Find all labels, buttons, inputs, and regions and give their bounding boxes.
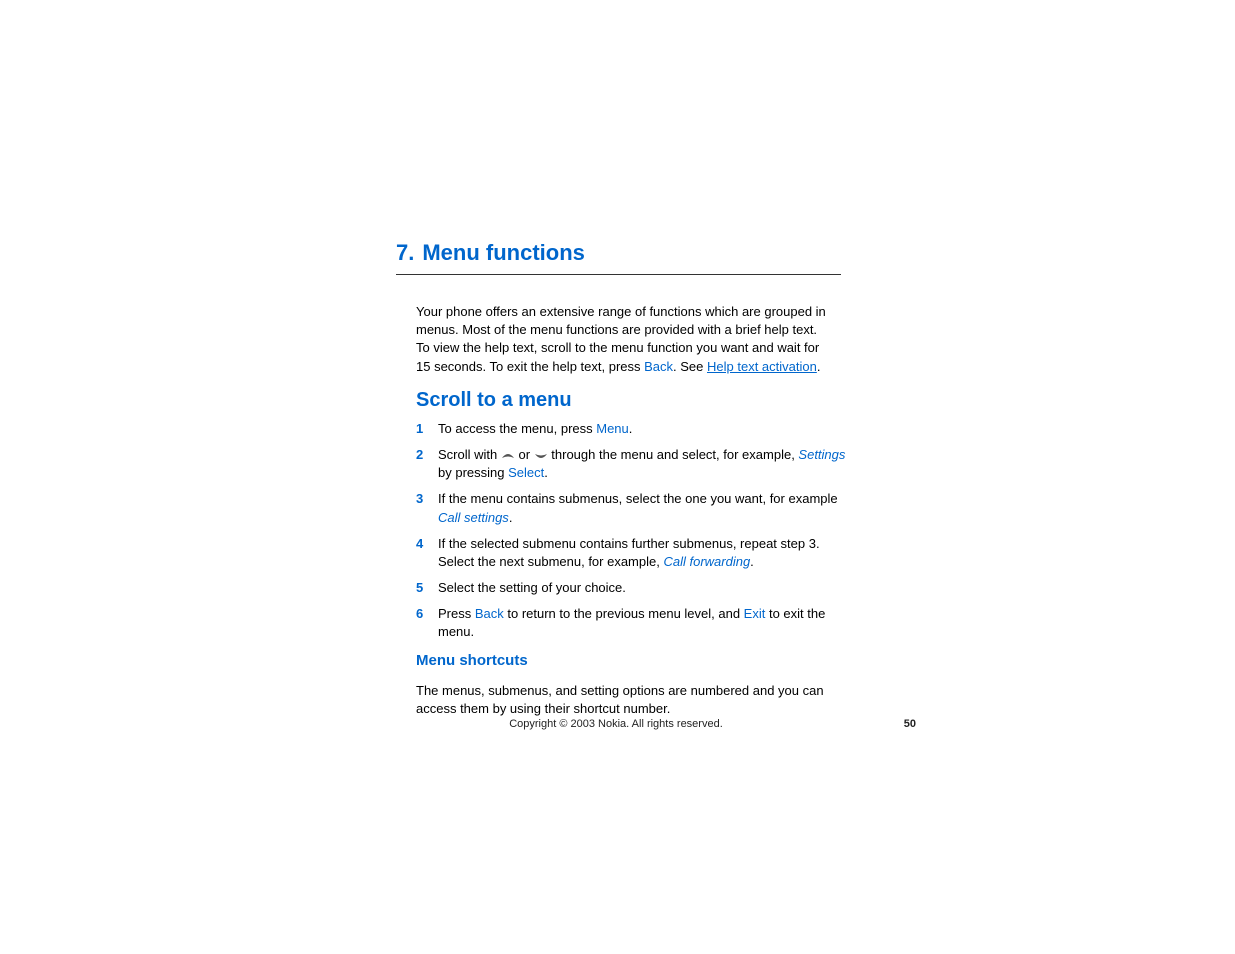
step-number: 1 — [416, 420, 438, 438]
intro-text-2: . See — [673, 359, 707, 374]
step-number: 4 — [416, 535, 438, 571]
step-number: 3 — [416, 490, 438, 526]
help-text-activation-link[interactable]: Help text activation — [707, 359, 817, 374]
step-number: 5 — [416, 579, 438, 597]
chapter-number: 7. — [396, 240, 414, 265]
intro-paragraph: Your phone offers an extensive range of … — [416, 303, 834, 376]
document-page: 7. Menu functions Your phone offers an ex… — [396, 240, 896, 731]
step-item: 5Select the setting of your choice. — [416, 579, 846, 597]
key-label: Menu — [596, 421, 629, 436]
step-number: 2 — [416, 446, 438, 482]
steps-list: 1To access the menu, press Menu.2Scroll … — [416, 420, 896, 642]
step-item: 2Scroll with or through the menu and sel… — [416, 446, 846, 482]
key-label: Exit — [744, 606, 766, 621]
arrow-up-icon — [501, 452, 515, 460]
page-footer: Copyright © 2003 Nokia. All rights reser… — [396, 718, 916, 730]
shortcuts-paragraph: The menus, submenus, and setting options… — [416, 682, 834, 718]
step-number: 6 — [416, 605, 438, 641]
page-number: 50 — [904, 718, 916, 730]
step-item: 6Press Back to return to the previous me… — [416, 605, 846, 641]
step-item: 4If the selected submenu contains furthe… — [416, 535, 846, 571]
chapter-title-text: Menu functions — [422, 240, 585, 265]
key-label: Back — [475, 606, 504, 621]
copyright-text: Copyright © 2003 Nokia. All rights reser… — [396, 718, 836, 730]
chapter-title: 7. Menu functions — [396, 240, 841, 275]
step-item: 1To access the menu, press Menu. — [416, 420, 846, 438]
step-text: If the menu contains submenus, select th… — [438, 490, 846, 526]
step-text: Scroll with or through the menu and sele… — [438, 446, 846, 482]
menu-item-name: Call settings — [438, 510, 509, 525]
step-text: If the selected submenu contains further… — [438, 535, 846, 571]
menu-item-name: Settings — [798, 447, 845, 462]
menu-item-name: Call forwarding — [663, 554, 750, 569]
arrow-down-icon — [534, 452, 548, 460]
intro-text-3: . — [817, 359, 821, 374]
key-label: Select — [508, 465, 544, 480]
step-text: To access the menu, press Menu. — [438, 420, 846, 438]
back-key-label: Back — [644, 359, 673, 374]
section-scroll-title: Scroll to a menu — [416, 389, 896, 412]
section-shortcuts-title: Menu shortcuts — [416, 652, 896, 669]
step-item: 3If the menu contains submenus, select t… — [416, 490, 846, 526]
step-text: Select the setting of your choice. — [438, 579, 846, 597]
step-text: Press Back to return to the previous men… — [438, 605, 846, 641]
